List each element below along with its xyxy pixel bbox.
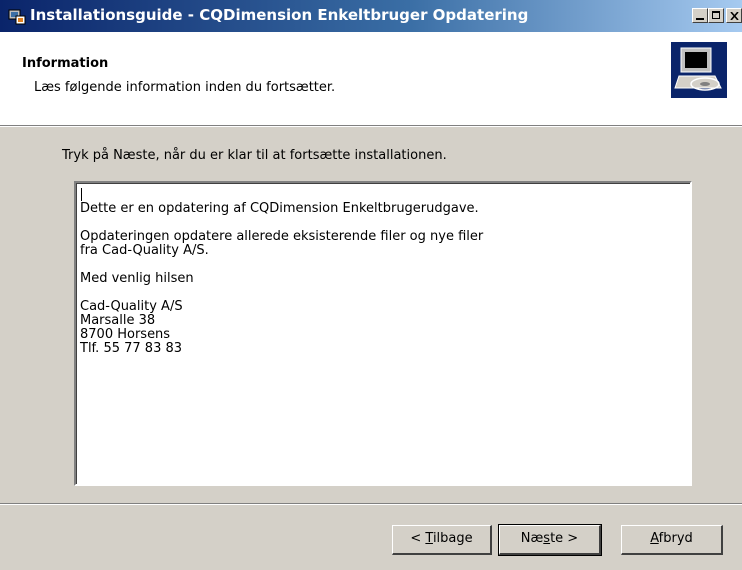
title-bar[interactable]: Installationsguide - CQDimension Enkeltb… xyxy=(0,0,742,32)
close-icon xyxy=(730,12,739,20)
back-button[interactable]: < Tilbage xyxy=(392,525,492,555)
back-button-accel: T xyxy=(425,531,433,546)
footer-separator xyxy=(0,503,742,505)
info-text: Dette er en opdatering af CQDimension En… xyxy=(80,201,484,356)
instruction-text: Tryk på Næste, når du er klar til at for… xyxy=(62,148,447,163)
wizard-header: Information Læs følgende information ind… xyxy=(0,32,742,125)
header-separator xyxy=(0,125,742,127)
computer-install-icon xyxy=(671,42,727,98)
page-title: Information xyxy=(22,56,109,71)
maximize-button[interactable] xyxy=(708,8,724,23)
setup-app-icon xyxy=(8,9,26,25)
minimize-button[interactable] xyxy=(692,8,708,23)
page-subtitle: Læs følgende information inden du fortsæ… xyxy=(34,80,336,95)
cancel-button-accel: A xyxy=(650,531,659,546)
next-button-label-end: te > xyxy=(550,531,579,546)
cancel-button-label: fbryd xyxy=(658,531,693,546)
info-memo[interactable]: Dette er en opdatering af CQDimension En… xyxy=(74,181,692,486)
minimize-icon xyxy=(696,18,704,20)
next-button[interactable]: Næste > xyxy=(498,524,602,556)
cancel-button[interactable]: Afbryd xyxy=(621,525,723,555)
maximize-icon xyxy=(712,11,720,19)
back-button-prefix: < xyxy=(410,531,426,546)
window-title: Installationsguide - CQDimension Enkeltb… xyxy=(30,6,529,24)
next-button-label-start: Næ xyxy=(520,531,544,546)
back-button-label: ilbage xyxy=(432,531,473,546)
close-button[interactable] xyxy=(726,8,742,23)
